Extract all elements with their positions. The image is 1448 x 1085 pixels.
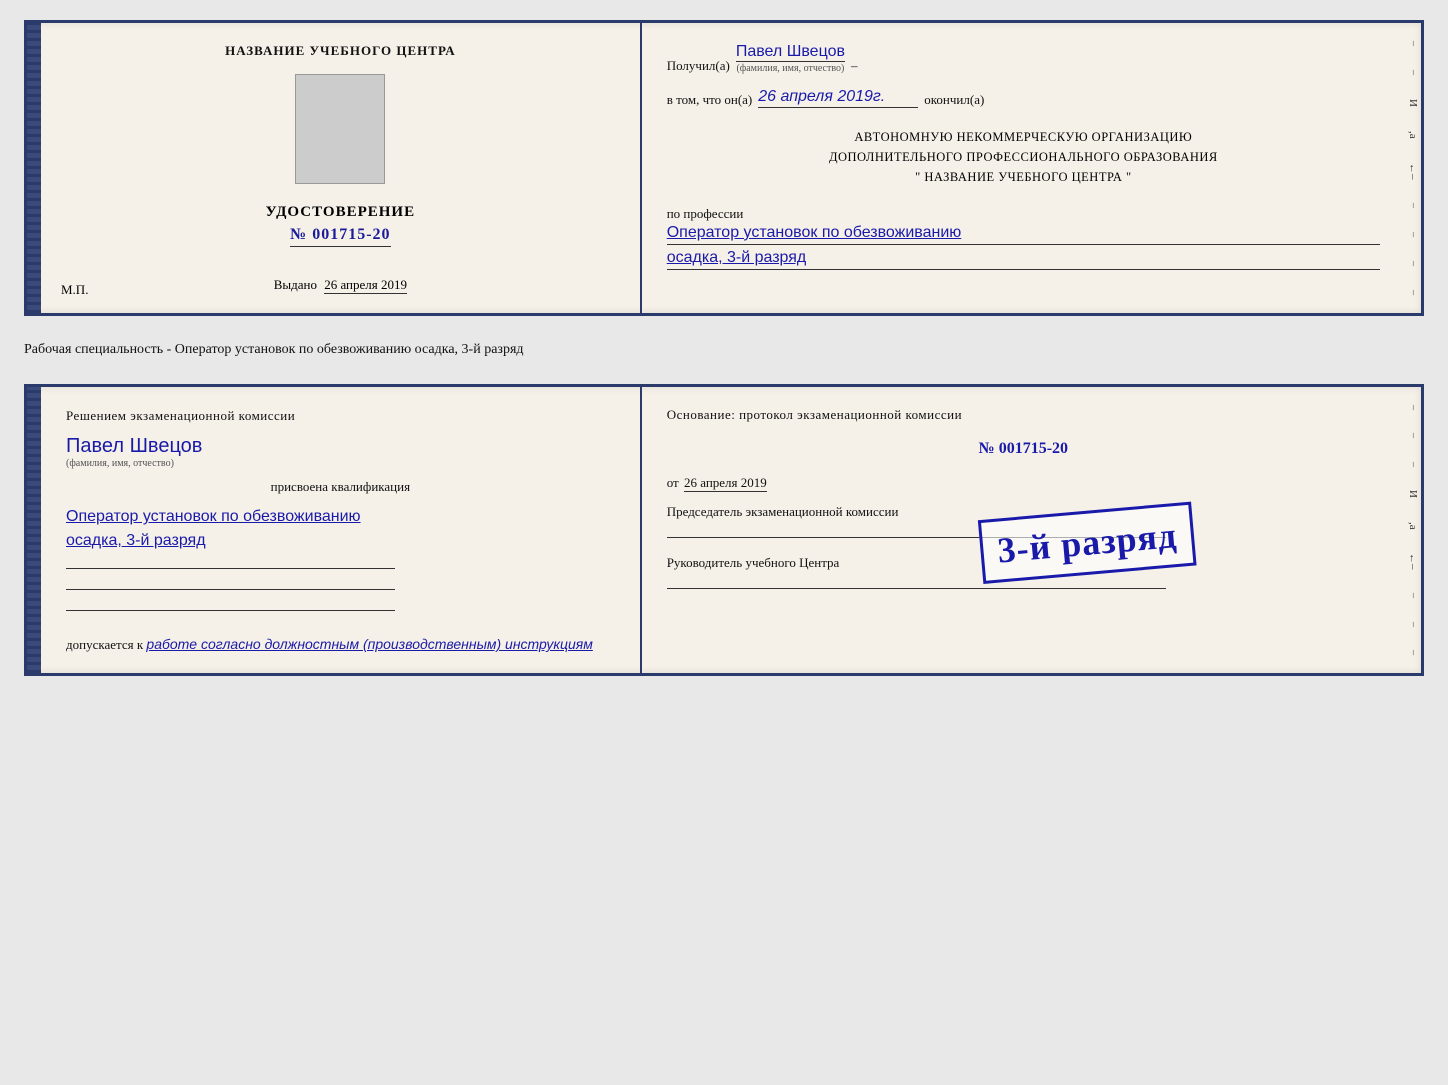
edge-mark-3: – [1408, 203, 1419, 208]
in-that-label: в том, что он(а) [667, 92, 753, 108]
bottom-document: Решением экзаменационной комиссии Павел … [24, 384, 1424, 676]
b-edge-mark-1: – [1408, 405, 1419, 410]
from-label: от [667, 475, 679, 490]
admission-label: допускается к [66, 637, 143, 652]
person-name-top: Павел Швецов [736, 43, 845, 62]
bottom-right-edge: – – – И ,а ←– – – – [1405, 387, 1421, 673]
edge-mark-a: ,а [1407, 131, 1419, 139]
top-doc-spine-left [27, 23, 41, 313]
person-block-bottom: Павел Швецов (фамилия, имя, отчество) [66, 435, 615, 469]
director-sig-line [667, 588, 1166, 589]
profession-bottom-1: Оператор установок по обезвоживанию [66, 505, 615, 529]
completion-date: 26 апреля 2019г. [758, 88, 918, 108]
profession-bottom-block: Оператор установок по обезвоживанию осад… [66, 505, 615, 553]
bottom-doc-right: Основание: протокол экзаменационной коми… [642, 387, 1405, 673]
mp-label: М.П. [61, 282, 88, 298]
basis-label: Основание: протокол экзаменационной коми… [667, 407, 1380, 423]
cert-label: УДОСТОВЕРЕНИЕ [266, 204, 416, 221]
org-text: АВТОНОМНУЮ НЕКОММЕРЧЕСКУЮ ОРГАНИЗАЦИЮ ДО… [667, 127, 1380, 187]
b-edge-mark-2: – [1408, 433, 1419, 438]
from-date-value: 26 апреля 2019 [684, 475, 767, 492]
issued-label: Выдано [274, 277, 317, 292]
person-name-bottom: Павел Швецов [66, 435, 615, 458]
profession-value: Оператор установок по обезвоживанию [667, 224, 1380, 245]
edge-mark-i: И [1407, 99, 1419, 107]
edge-mark-4: – [1408, 232, 1419, 237]
finished-label: окончил(а) [924, 92, 984, 108]
org-line3: " НАЗВАНИЕ УЧЕБНОГО ЦЕНТРА " [667, 167, 1380, 187]
admission-block: допускается к работе согласно должностны… [66, 636, 615, 653]
edge-mark-6: – [1408, 290, 1419, 295]
from-date-row: от 26 апреля 2019 [667, 475, 1380, 491]
received-row: Получил(а) Павел Швецов (фамилия, имя, о… [667, 43, 1380, 74]
commission-title: Решением экзаменационной комиссии [66, 407, 615, 425]
b-edge-mark-a: ,а [1407, 522, 1419, 530]
edge-mark-2: – [1408, 70, 1419, 75]
profession-bottom-2: осадка, 3-й разряд [66, 529, 615, 553]
org-line1: АВТОНОМНУЮ НЕКОММЕРЧЕСКУЮ ОРГАНИЗАЦИЮ [667, 127, 1380, 147]
photo-placeholder [295, 74, 385, 184]
top-document: НАЗВАНИЕ УЧЕБНОГО ЦЕНТРА УДОСТОВЕРЕНИЕ №… [24, 20, 1424, 316]
cert-number: № 001715-20 [290, 226, 390, 247]
sig-line-2 [66, 589, 395, 590]
bottom-doc-spine-left [27, 387, 41, 673]
b-edge-mark-3: – [1408, 462, 1419, 467]
edge-mark-k: ←– [1407, 163, 1419, 180]
b-edge-mark-6: – [1408, 650, 1419, 655]
b-edge-mark-k: ←– [1407, 553, 1419, 570]
in-that-row: в том, что он(а) 26 апреля 2019г. окончи… [667, 88, 1380, 108]
bottom-doc-left: Решением экзаменационной комиссии Павел … [41, 387, 642, 673]
separator: Рабочая специальность - Оператор установ… [24, 334, 1424, 366]
b-edge-mark-i: И [1407, 490, 1419, 498]
edge-mark-1: – [1408, 41, 1419, 46]
name-hint-bottom: (фамилия, имя, отчество) [66, 458, 615, 469]
protocol-number: № 001715-20 [667, 440, 1380, 458]
rank-value: осадка, 3-й разряд [667, 249, 1380, 270]
assigned-label: присвоена квалификация [66, 479, 615, 495]
issued-line: Выдано 26 апреля 2019 [274, 277, 407, 293]
top-doc-left: НАЗВАНИЕ УЧЕБНОГО ЦЕНТРА УДОСТОВЕРЕНИЕ №… [41, 23, 642, 313]
profession-block: по профессии Оператор установок по обезв… [667, 206, 1380, 270]
top-doc-right: Получил(а) Павел Швецов (фамилия, имя, о… [642, 23, 1405, 313]
top-center-title: НАЗВАНИЕ УЧЕБНОГО ЦЕНТРА [225, 43, 456, 59]
b-edge-mark-5: – [1408, 622, 1419, 627]
edge-mark-5: – [1408, 261, 1419, 266]
name-hint-top: (фамилия, имя, отчество) [736, 63, 845, 74]
sig-line-1 [66, 568, 395, 569]
issued-date: 26 апреля 2019 [324, 277, 407, 294]
org-line2: ДОПОЛНИТЕЛЬНОГО ПРОФЕССИОНАЛЬНОГО ОБРАЗО… [667, 147, 1380, 167]
b-edge-mark-4: – [1408, 593, 1419, 598]
dash-top: – [851, 58, 858, 74]
profession-label: по профессии [667, 206, 1380, 222]
admission-value: работе согласно должностным (производств… [146, 636, 592, 652]
page-container: НАЗВАНИЕ УЧЕБНОГО ЦЕНТРА УДОСТОВЕРЕНИЕ №… [24, 20, 1424, 676]
sig-line-3 [66, 610, 395, 611]
received-label: Получил(а) [667, 58, 730, 74]
stamp-text: 3-й разряд [996, 515, 1179, 571]
top-right-edge: – – И ,а ←– – – – – [1405, 23, 1421, 313]
